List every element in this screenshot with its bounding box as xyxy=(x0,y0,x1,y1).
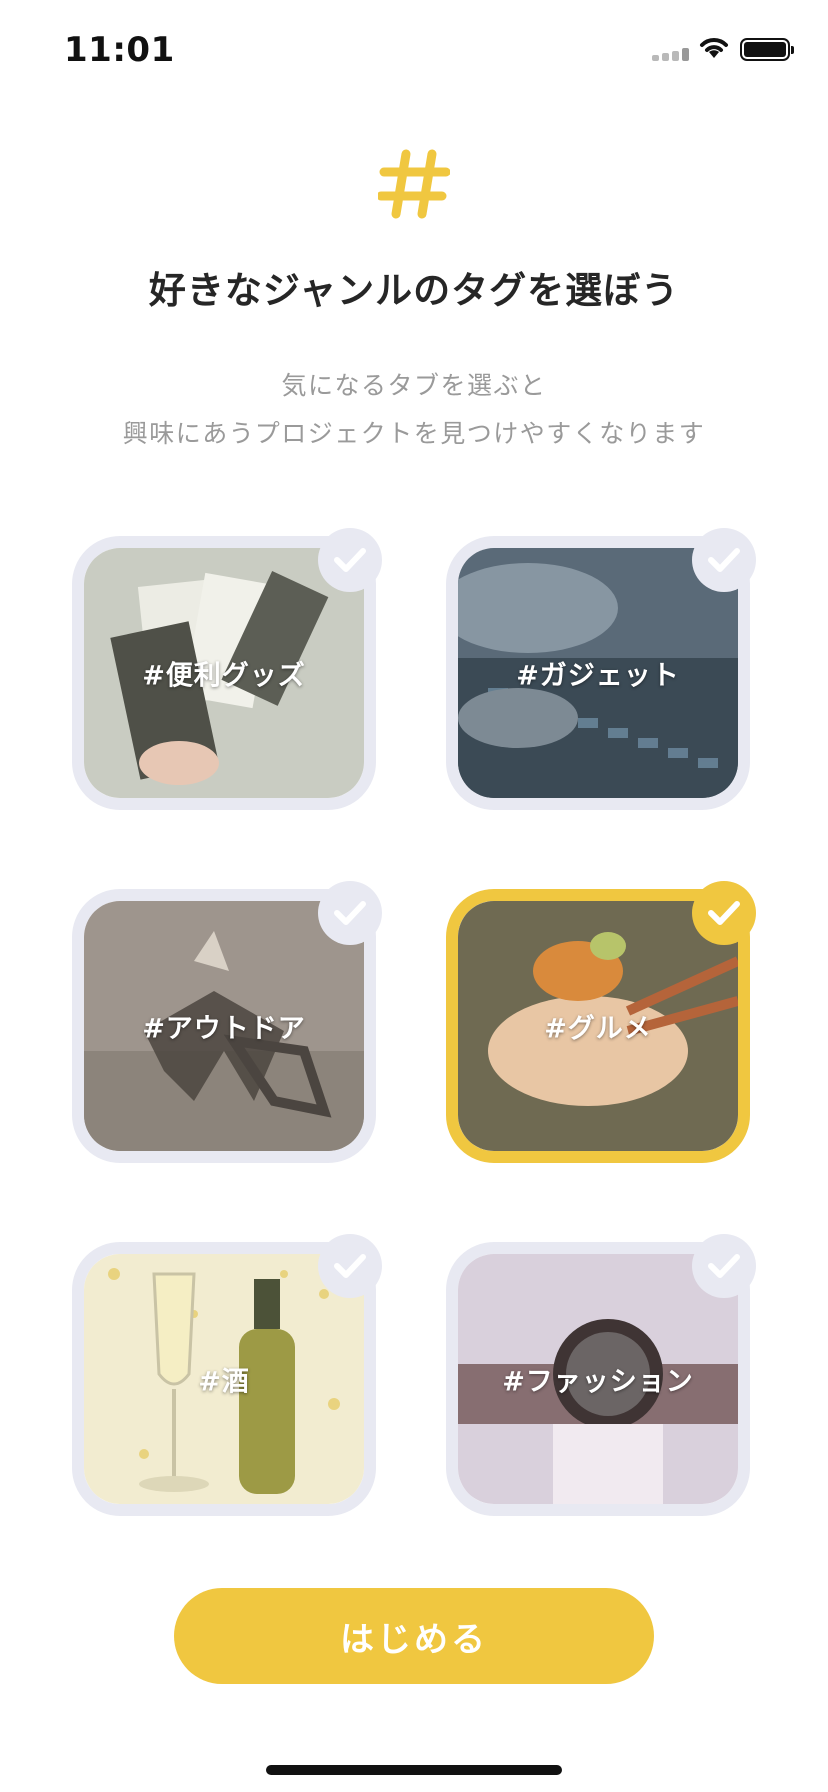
tag-label: #ガジェット xyxy=(516,660,680,692)
home-indicator[interactable] xyxy=(266,1765,562,1775)
tag-label: #酒 xyxy=(198,1366,250,1398)
check-badge xyxy=(318,528,382,592)
tag-card-fashion[interactable]: #ファッション xyxy=(446,1234,756,1516)
tag-label: #便利グッズ xyxy=(142,660,306,692)
tag-card-gadget[interactable]: #ガジェット xyxy=(446,528,756,810)
subtitle-line-2: 興味にあうプロジェクトを見つけやすくなります xyxy=(122,419,706,448)
check-badge xyxy=(692,1234,756,1298)
tag-label: #アウトドア xyxy=(142,1013,306,1045)
tag-label: #グルメ xyxy=(544,1013,652,1045)
check-badge xyxy=(692,528,756,592)
tag-label: #ファッション xyxy=(502,1366,694,1398)
status-time: 11:01 xyxy=(64,30,175,70)
check-icon xyxy=(708,901,740,925)
tag-card-benri-goods[interactable]: #便利グッズ xyxy=(72,528,382,810)
page-title: 好きなジャンルのタグを選ぼう xyxy=(148,269,680,312)
tag-card-sake[interactable]: #酒 xyxy=(72,1234,382,1516)
check-icon xyxy=(334,548,366,572)
check-icon xyxy=(708,1254,740,1278)
check-badge xyxy=(318,1234,382,1298)
tag-card-outdoor[interactable]: #アウトドア xyxy=(72,881,382,1163)
check-badge xyxy=(318,881,382,945)
hash-icon xyxy=(378,149,450,219)
check-icon xyxy=(708,548,740,572)
wifi-icon xyxy=(700,38,728,58)
tag-card-gourmet[interactable]: #グルメ xyxy=(446,881,756,1163)
start-button[interactable]: はじめる xyxy=(174,1588,654,1684)
check-icon xyxy=(334,901,366,925)
subtitle-line-1: 気になるタブを選ぶと xyxy=(281,371,547,400)
cellular-signal-icon xyxy=(652,47,692,61)
check-icon xyxy=(334,1254,366,1278)
check-badge xyxy=(692,881,756,945)
battery-icon xyxy=(740,38,794,61)
